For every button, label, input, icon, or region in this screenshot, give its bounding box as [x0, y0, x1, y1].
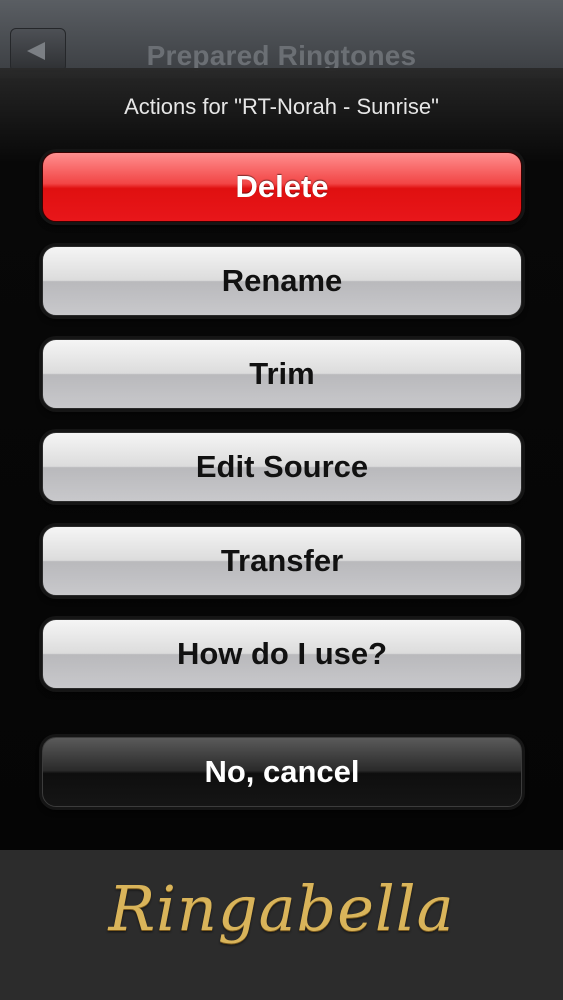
edit-source-button[interactable]: Edit Source: [42, 432, 522, 502]
nav-bar: Prepared Ringtones: [0, 0, 563, 78]
action-sheet-title: Actions for "RT-Norah - Sunrise": [124, 94, 439, 119]
cancel-button[interactable]: No, cancel: [42, 737, 522, 807]
brand-logo: Ringabella: [108, 872, 455, 945]
delete-button[interactable]: Delete: [42, 152, 522, 222]
action-sheet: Actions for "RT-Norah - Sunrise" Delete …: [0, 68, 563, 850]
transfer-button[interactable]: Transfer: [42, 526, 522, 596]
rename-button[interactable]: Rename: [42, 246, 522, 316]
how-do-i-use-button[interactable]: How do I use?: [42, 619, 522, 689]
trim-button[interactable]: Trim: [42, 339, 522, 409]
footer-banner: Ringabella: [0, 850, 563, 1000]
